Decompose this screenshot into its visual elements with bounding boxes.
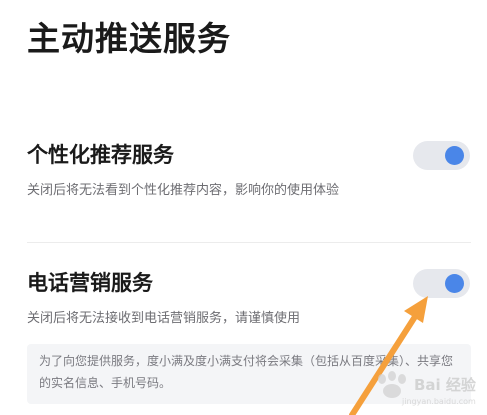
divider bbox=[27, 242, 471, 243]
settings-page: 主动推送服务 个性化推荐服务 关闭后将无法看到个性化推荐内容，影响你的使用体验 … bbox=[0, 0, 487, 415]
setting-telemarketing: 电话营销服务 关闭后将无法接收到电话营销服务，请谨慎使用 bbox=[0, 266, 487, 336]
watermark-text: Bai 经验 bbox=[414, 376, 476, 394]
setting-description: 关闭后将无法看到个性化推荐内容，影响你的使用体验 bbox=[27, 183, 340, 198]
setting-description: 关闭后将无法接收到电话营销服务，请谨慎使用 bbox=[27, 311, 301, 326]
setting-personalized-recommendation: 个性化推荐服务 关闭后将无法看到个性化推荐内容，影响你的使用体验 bbox=[0, 138, 487, 228]
toggle-knob bbox=[445, 146, 464, 165]
watermark: Bai 经验 jingyan.baidu.com bbox=[372, 370, 482, 410]
watermark-url: jingyan.baidu.com bbox=[402, 397, 476, 406]
personalized-recommendation-toggle[interactable] bbox=[413, 141, 470, 170]
telemarketing-toggle[interactable] bbox=[413, 269, 470, 298]
setting-title: 电话营销服务 bbox=[27, 271, 153, 295]
page-title: 主动推送服务 bbox=[27, 19, 231, 58]
setting-title: 个性化推荐服务 bbox=[27, 143, 174, 167]
paw-logo-icon bbox=[378, 371, 406, 398]
toggle-knob bbox=[445, 274, 464, 293]
